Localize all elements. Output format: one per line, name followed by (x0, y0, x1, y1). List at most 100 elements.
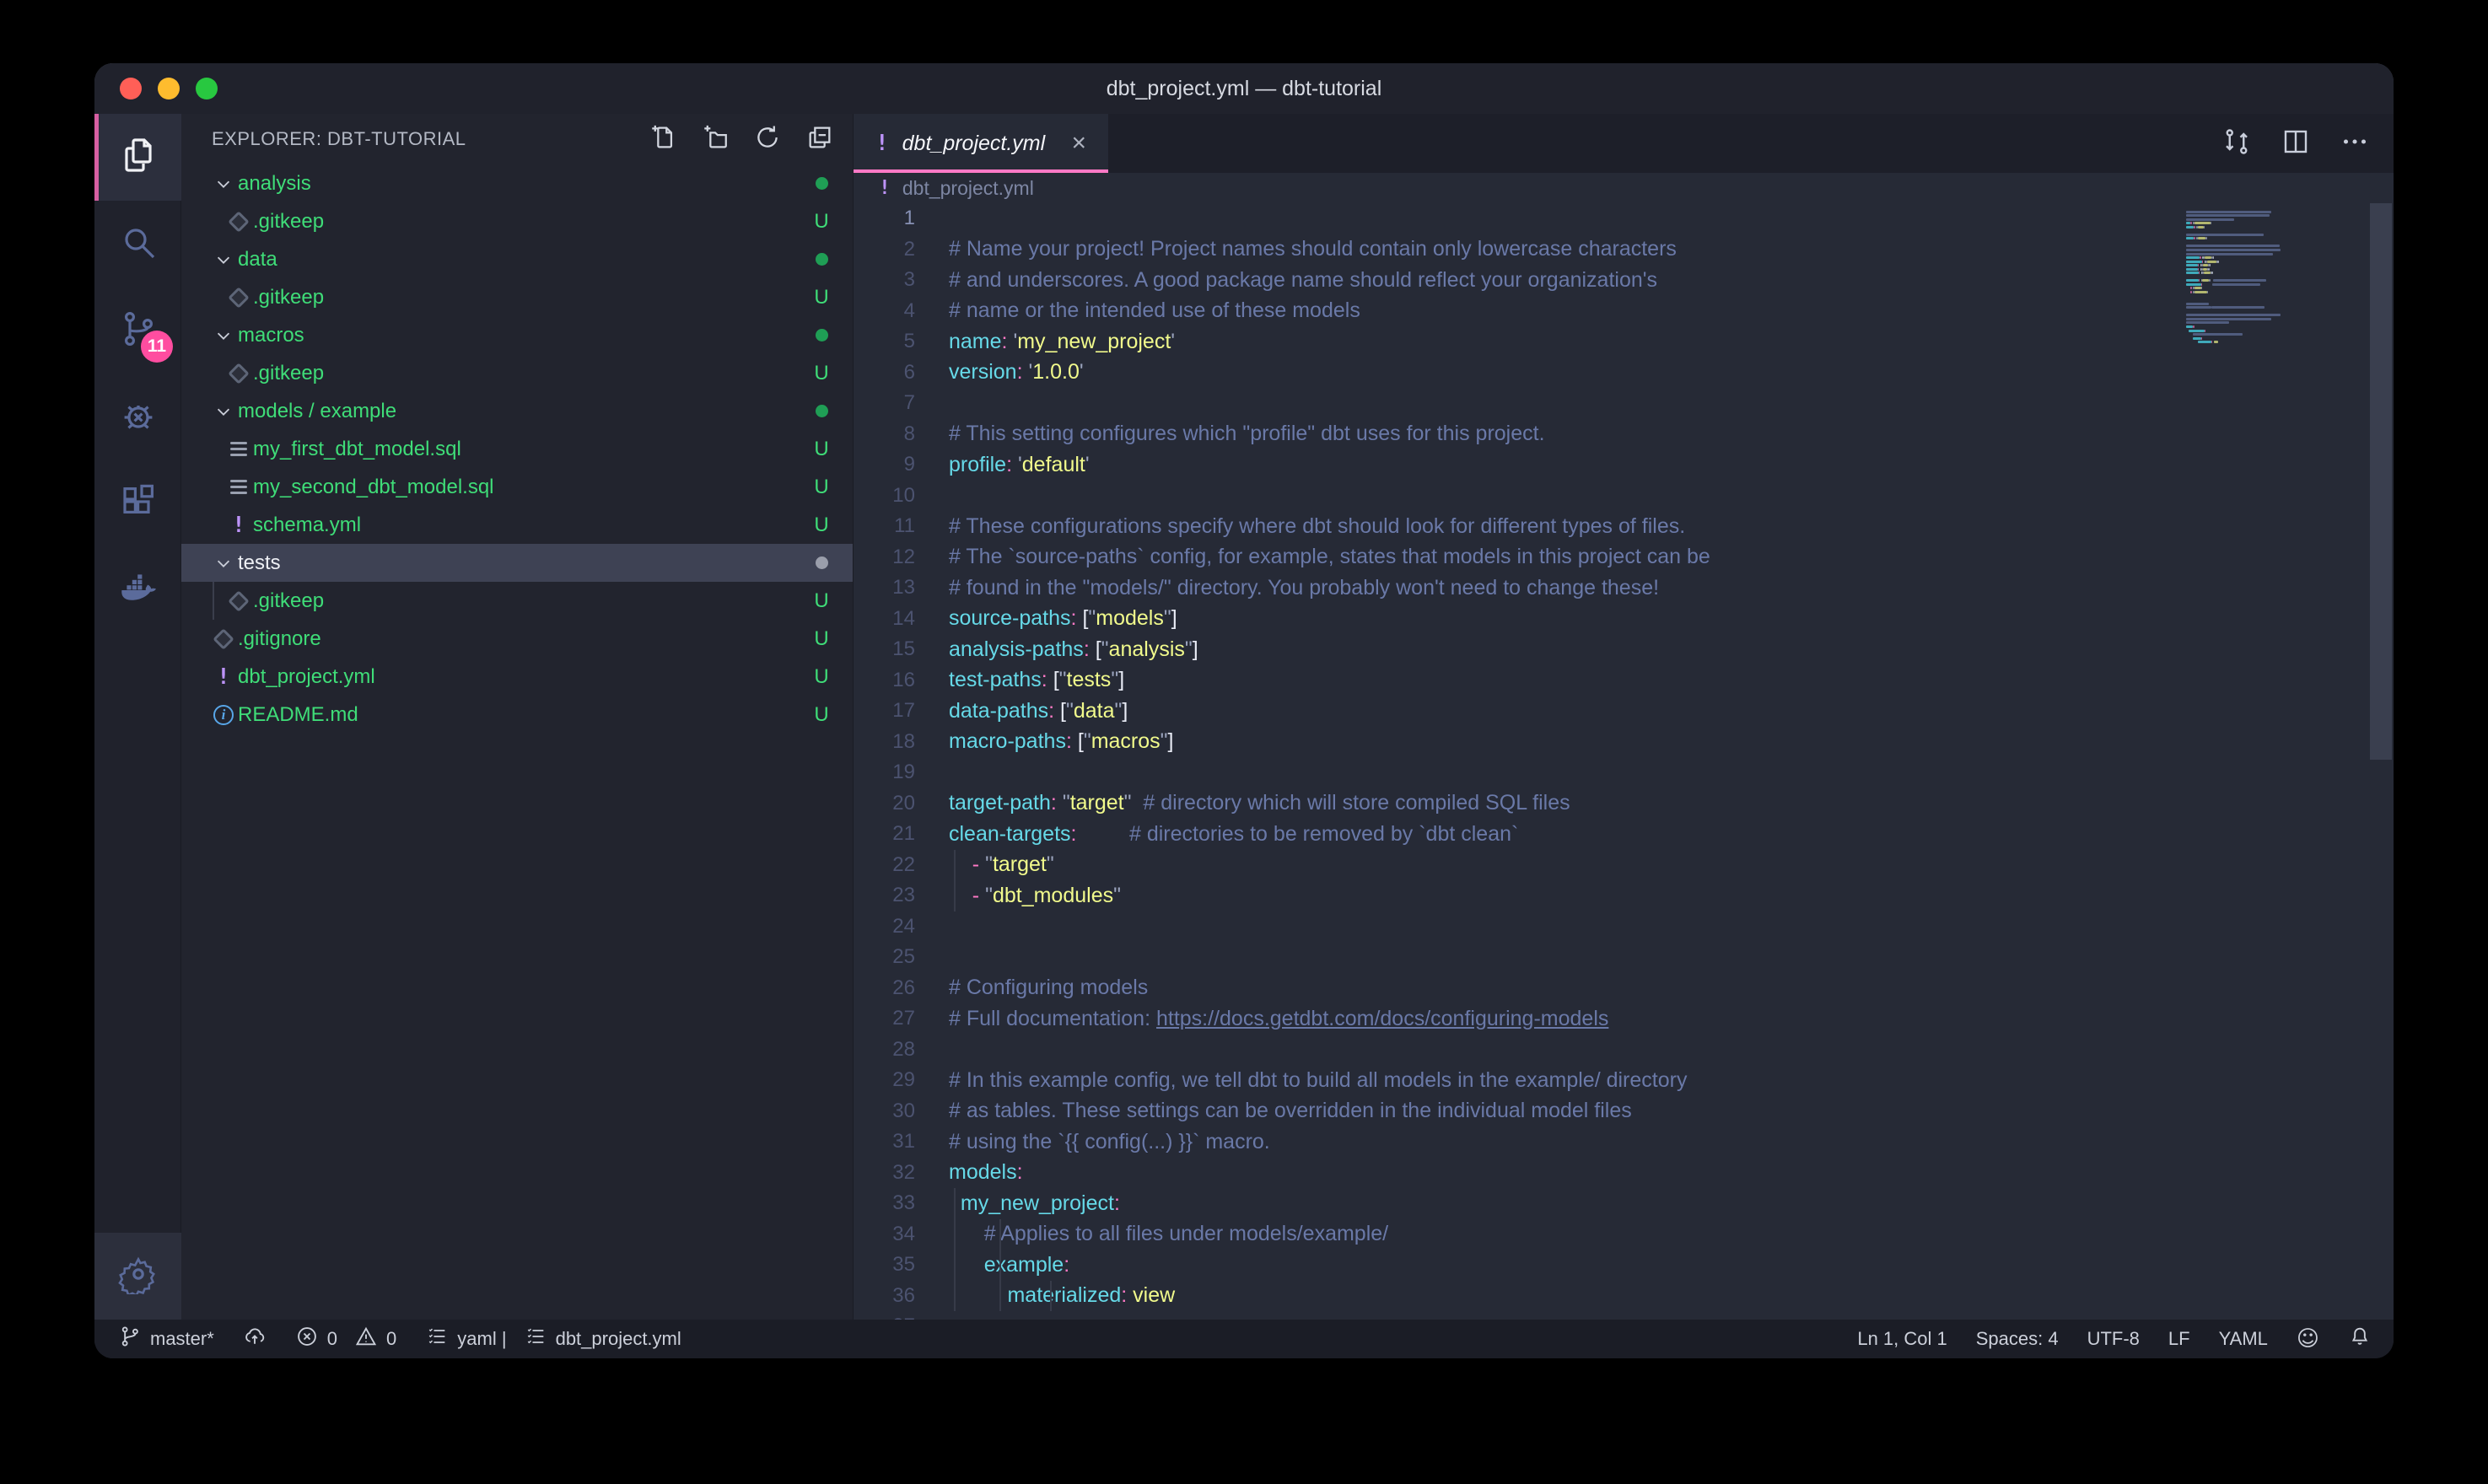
tree-item-tests[interactable]: tests (181, 544, 853, 582)
git-untracked-badge: U (809, 703, 834, 727)
tab-dbt-project-yml[interactable]: ! dbt_project.yml × (854, 114, 1108, 173)
code-line-13: 13# found in the "models/" directory. Yo… (854, 573, 2394, 604)
line-number: 26 (854, 976, 915, 1000)
git-status-dot (809, 551, 834, 575)
line-number: 28 (854, 1038, 915, 1062)
refresh-icon[interactable] (753, 123, 782, 156)
open-changes-icon[interactable] (2221, 126, 2252, 161)
new-file-icon[interactable] (649, 123, 677, 156)
code-line-26: 26# Configuring models (854, 973, 2394, 1004)
code-line-18: 18macro-paths: ["macros"] (854, 727, 2394, 758)
code-line-6: 6version: '1.0.0' (854, 358, 2394, 389)
minimap[interactable] (2186, 207, 2365, 348)
line-number: 17 (854, 699, 915, 723)
tree-item-dbt-project-yml[interactable]: !dbt_project.ymlU (181, 658, 853, 696)
tree-item--gitkeep[interactable]: .gitkeepU (181, 354, 853, 392)
chevron-down-icon (209, 326, 238, 345)
editor-group: ! dbt_project.yml × ! dbt_project.yml 12… (854, 114, 2394, 1320)
line-number: 22 (854, 853, 915, 877)
git-untracked-badge: U (809, 210, 834, 234)
close-window-button[interactable] (120, 78, 142, 99)
vertical-scrollbar[interactable] (2370, 203, 2392, 760)
activity-bar: 11 (94, 114, 181, 1320)
minimize-window-button[interactable] (158, 78, 180, 99)
indent-guide (954, 1281, 956, 1312)
title-bar[interactable]: dbt_project.yml — dbt-tutorial (94, 63, 2394, 114)
new-folder-icon[interactable] (701, 123, 730, 156)
tree-item--gitkeep[interactable]: .gitkeepU (181, 278, 853, 316)
status-git-branch[interactable]: master* (118, 1325, 214, 1353)
tree-item-my-second-dbt-model-sql[interactable]: my_second_dbt_model.sqlU (181, 468, 853, 506)
git-file-icon (228, 287, 249, 308)
file-tree: analysis.gitkeepUdata.gitkeepUmacros.git… (181, 164, 853, 1320)
status-feedback[interactable]: ☺ (2297, 1326, 2319, 1352)
line-number: 9 (854, 453, 915, 476)
code-line-23: 23 - "dbt_modules" (854, 880, 2394, 911)
code-line-12: 12# The `source-paths` config, for examp… (854, 542, 2394, 573)
line-number: 23 (854, 884, 915, 907)
code-line-9: 9profile: 'default' (854, 449, 2394, 481)
code-line-8: 8# This setting configures which "profil… (854, 419, 2394, 450)
line-number: 24 (854, 915, 915, 938)
zoom-window-button[interactable] (196, 78, 218, 99)
status-errors[interactable]: 0 (295, 1325, 337, 1353)
tree-item-macros[interactable]: macros (181, 316, 853, 354)
tree-item-models-example[interactable]: models / example (181, 392, 853, 430)
status-warnings[interactable]: 0 (354, 1325, 396, 1353)
activity-explorer[interactable] (94, 114, 181, 201)
line-number: 27 (854, 1007, 915, 1030)
tree-item-analysis[interactable]: analysis (181, 164, 853, 202)
split-editor-icon[interactable] (2281, 126, 2311, 161)
status-cursor-position[interactable]: Ln 1, Col 1 (1857, 1328, 1947, 1350)
status-sync[interactable] (243, 1325, 267, 1353)
chevron-down-icon (209, 554, 238, 573)
line-number: 15 (854, 637, 915, 661)
sql-file-icon (230, 438, 247, 460)
tree-item--gitignore[interactable]: .gitignoreU (181, 620, 853, 658)
activity-docker[interactable] (94, 548, 181, 635)
activity-extensions[interactable] (94, 461, 181, 548)
status-notifications[interactable] (2348, 1325, 2372, 1353)
close-tab-icon[interactable]: × (1066, 129, 1091, 158)
line-number: 11 (854, 514, 915, 538)
status-encoding[interactable]: UTF-8 (2087, 1328, 2140, 1350)
line-number: 37 (854, 1315, 915, 1320)
code-line-22: 22 - "target" (854, 850, 2394, 881)
git-status-dot (809, 172, 834, 196)
line-number: 34 (854, 1223, 915, 1246)
collapse-all-icon[interactable] (805, 123, 834, 156)
status-selection-file[interactable]: dbt_project.yml (524, 1325, 681, 1353)
tree-item-label: .gitkeep (253, 210, 809, 234)
yaml-warning-icon: ! (217, 664, 230, 690)
tree-item--gitkeep[interactable]: .gitkeepU (181, 202, 853, 240)
tab-label: dbt_project.yml (902, 132, 1067, 156)
debug-icon (118, 395, 159, 440)
code-line-36: 36 materialized: view (854, 1281, 2394, 1312)
tree-item-label: .gitkeep (253, 589, 809, 613)
status-selection-yaml[interactable]: yaml | (425, 1325, 506, 1353)
explorer-header: EXPLORER: DBT-TUTORIAL (212, 128, 649, 150)
activity-search[interactable] (94, 201, 181, 288)
status-indentation[interactable]: Spaces: 4 (1976, 1328, 2059, 1350)
activity-debug[interactable] (94, 374, 181, 461)
indent-guide (954, 1188, 956, 1219)
status-language-mode[interactable]: YAML (2219, 1328, 2268, 1350)
code-area[interactable]: 12# Name your project! Project names sho… (854, 203, 2394, 1320)
activity-source-control[interactable]: 11 (94, 288, 181, 374)
breadcrumb-file[interactable]: dbt_project.yml (902, 177, 1034, 200)
tree-item-data[interactable]: data (181, 240, 853, 278)
tree-item-my-first-dbt-model-sql[interactable]: my_first_dbt_model.sqlU (181, 430, 853, 468)
line-number: 31 (854, 1130, 915, 1153)
tree-item--gitkeep[interactable]: .gitkeepU (181, 582, 853, 620)
more-actions-icon[interactable] (2340, 126, 2370, 161)
breadcrumb[interactable]: ! dbt_project.yml (854, 173, 2394, 203)
tree-item-schema-yml[interactable]: !schema.ymlU (181, 506, 853, 544)
activity-settings[interactable] (94, 1233, 181, 1320)
code-line-15: 15analysis-paths: ["analysis"] (854, 634, 2394, 665)
git-untracked-badge: U (809, 476, 834, 499)
tree-item-readme-md[interactable]: iREADME.mdU (181, 696, 853, 734)
status-eol[interactable]: LF (2168, 1328, 2190, 1350)
search-icon (118, 222, 159, 266)
line-number: 25 (854, 945, 915, 969)
code-line-11: 11# These configurations specify where d… (854, 511, 2394, 542)
